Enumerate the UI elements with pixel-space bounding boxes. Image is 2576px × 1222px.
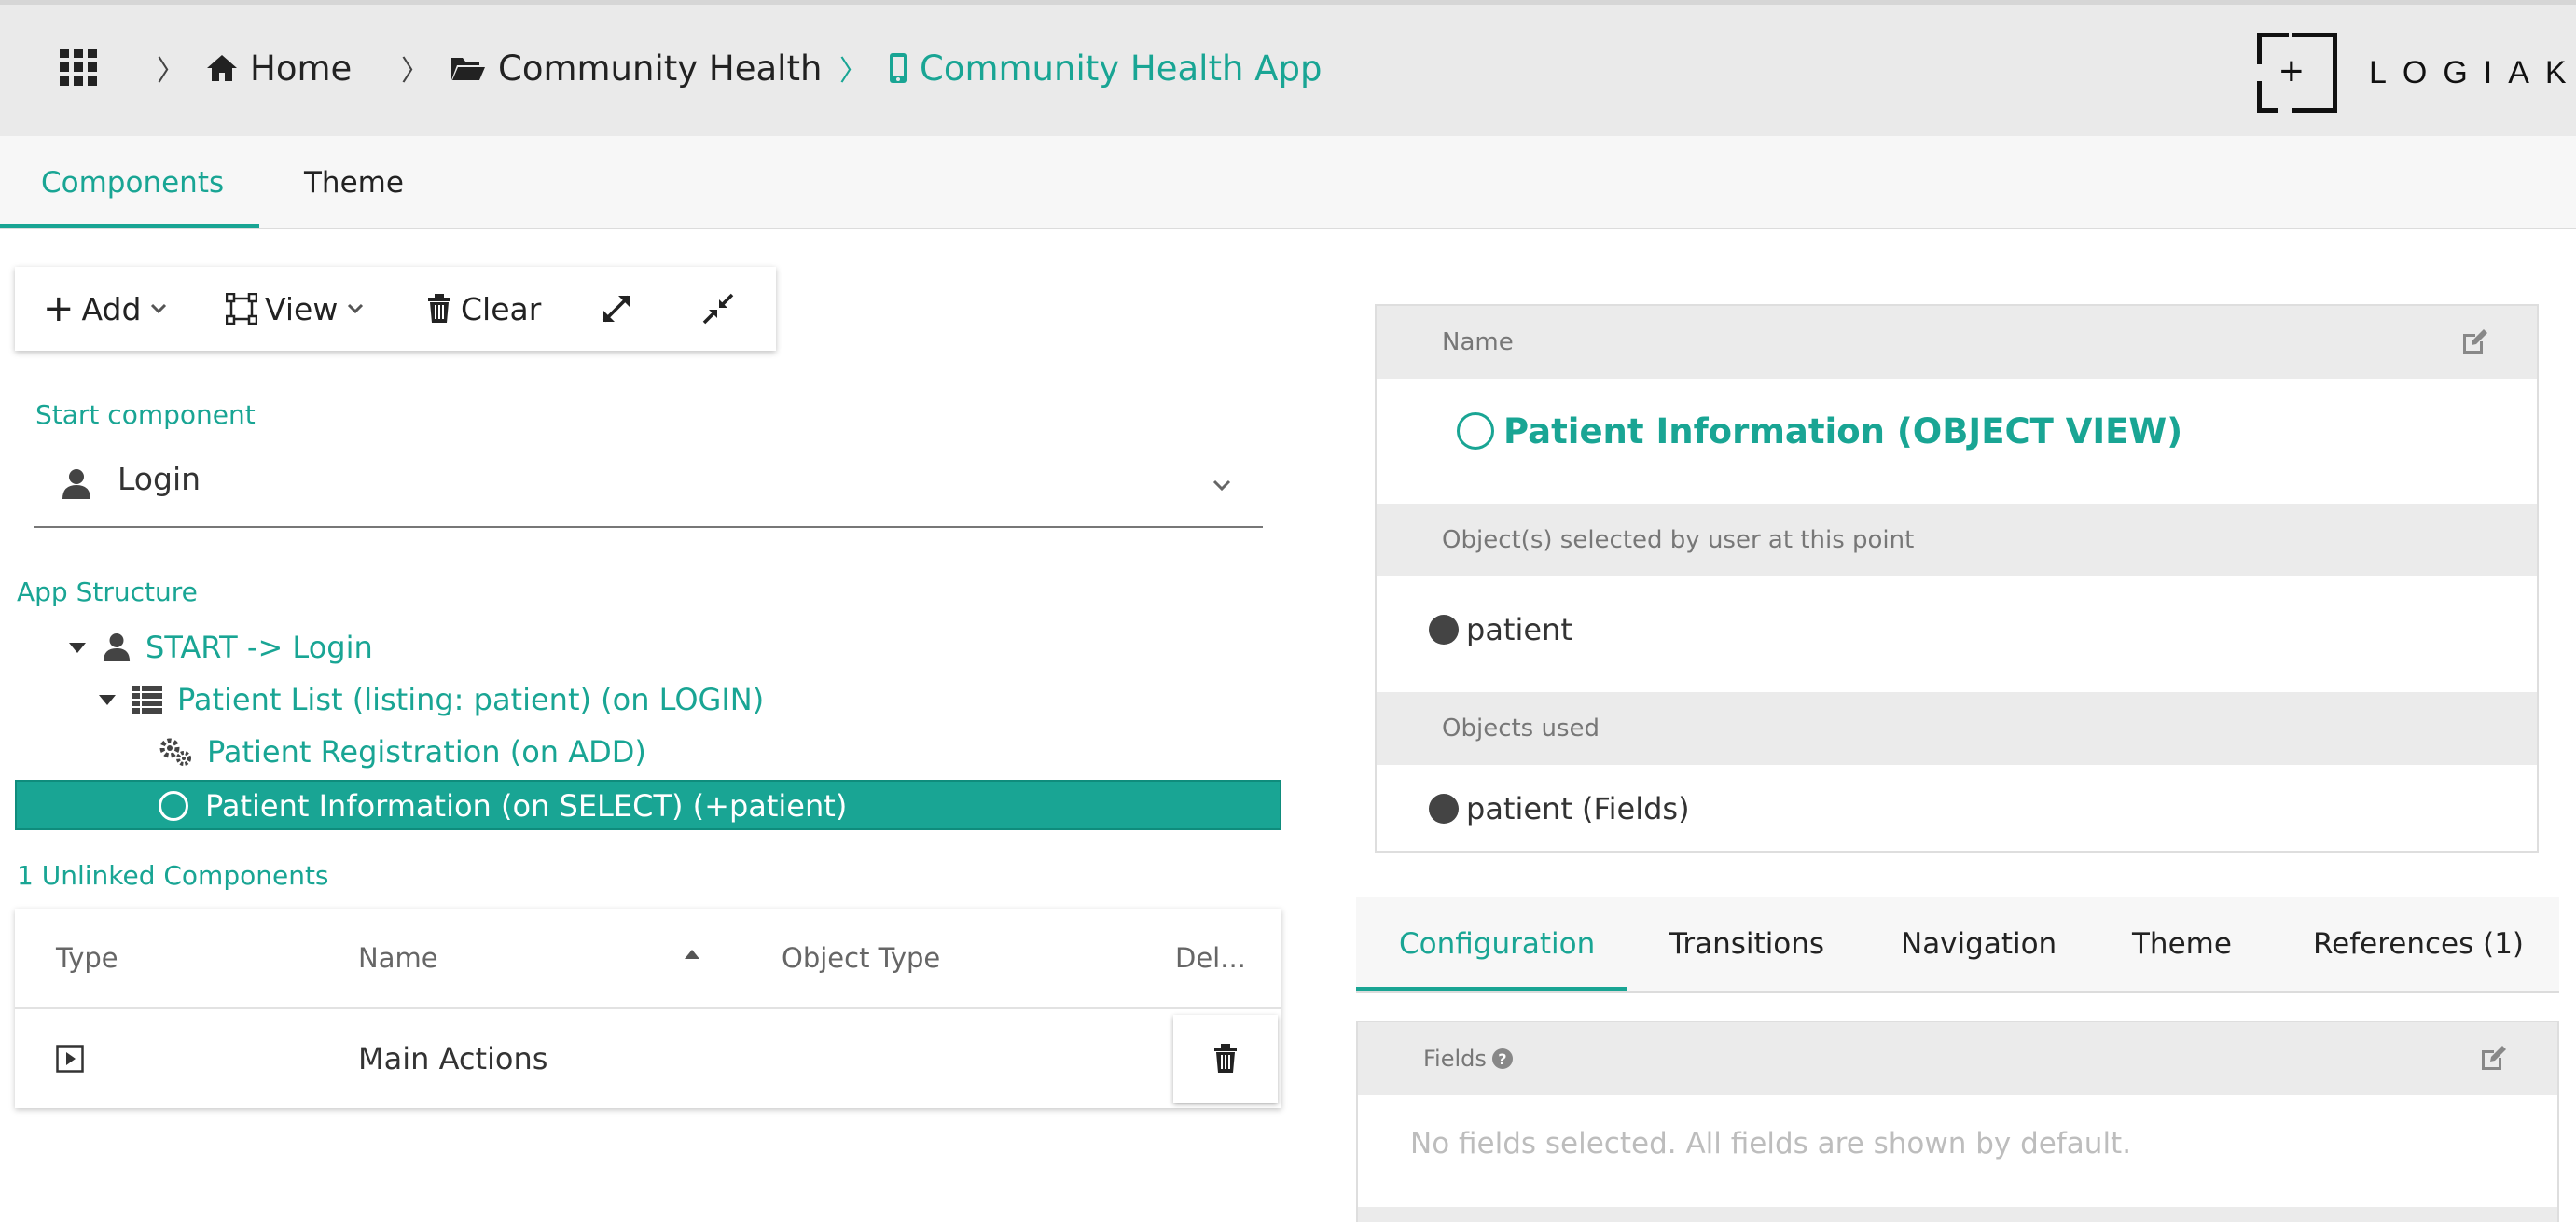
tree-item-patient-registration[interactable]: Patient Registration (on ADD) (159, 728, 646, 776)
tab-transitions[interactable]: Transitions (1669, 897, 1824, 991)
component-toolbar: + Add View Clear (15, 267, 776, 351)
tree-item-patient-list[interactable]: Patient List (listing: patient) (on LOGI… (99, 675, 764, 724)
caret-down-icon (69, 642, 86, 653)
logiak-logo: + LOGIAK (2257, 31, 2576, 115)
breadcrumb-home[interactable]: 〉 Home (157, 44, 352, 92)
edit-icon[interactable] (2460, 328, 2488, 356)
tree-item-patient-information[interactable]: Patient Information (on SELECT) (+patien… (159, 782, 847, 830)
tab-references[interactable]: References (1) (2313, 897, 2524, 991)
component-detail-panel: Name Patient Information (OBJECT VIEW) O… (1375, 304, 2539, 853)
gears-icon (159, 737, 192, 767)
start-component-select[interactable]: Login (34, 448, 1263, 528)
edit-icon[interactable] (2479, 1045, 2507, 1073)
plus-icon: + (43, 287, 75, 330)
chevron-down-icon (347, 303, 364, 314)
user-icon (103, 632, 131, 662)
tab-theme[interactable]: Theme (304, 136, 404, 229)
start-component-value: Login (118, 461, 201, 497)
table-divider (15, 1007, 1281, 1009)
fields-footer (1358, 1207, 2557, 1222)
breadcrumb-group[interactable]: 〉 Community Health (401, 44, 822, 92)
add-button[interactable]: + Add (43, 267, 167, 351)
tab-detail-theme[interactable]: Theme (2132, 897, 2232, 991)
help-icon[interactable]: ? (1491, 1048, 1513, 1069)
tree-item-start[interactable]: START -> Login (69, 623, 373, 672)
logo-text: LOGIAK (2369, 54, 2576, 90)
compress-arrows-icon (701, 292, 735, 326)
caret-down-icon (99, 694, 116, 705)
apps-grid-icon[interactable] (60, 49, 97, 86)
selected-objects-body: patient (1377, 576, 2537, 683)
expand-all-button[interactable] (601, 267, 632, 351)
table-row-type (56, 1009, 84, 1108)
object-used-value: patient (Fields) (1466, 791, 1690, 826)
unlinked-components-table: Type Name Object Type Del... Main Action… (15, 909, 1281, 1108)
bullet-icon (1429, 794, 1459, 824)
breadcrumb-app-label: Community Health App (920, 48, 1323, 89)
clear-label: Clear (461, 290, 542, 327)
breadcrumb-app[interactable]: 〉 Community Health App (839, 44, 1322, 92)
expand-arrows-icon (601, 293, 632, 325)
selected-object-value: patient (1466, 612, 1572, 647)
fields-empty-text: No fields selected. All fields are shown… (1410, 1127, 2132, 1160)
active-tab-indicator (0, 224, 259, 228)
view-label: View (265, 290, 339, 327)
list-icon (132, 686, 162, 714)
chevron-right-icon: 〉 (157, 55, 185, 88)
tree-item-label: START -> Login (145, 630, 373, 665)
chevron-right-icon: 〉 (839, 55, 867, 88)
name-section-body: Patient Information (OBJECT VIEW) (1377, 379, 2537, 483)
name-section-header: Name (1377, 306, 2537, 379)
sort-ascending-icon[interactable] (685, 950, 699, 959)
tree-item-label: Patient Information (on SELECT) (+patien… (205, 788, 848, 824)
trash-icon (427, 294, 451, 324)
add-label: Add (81, 290, 142, 327)
logo-mark-icon: + (2257, 33, 2337, 113)
circle-icon (159, 791, 188, 821)
selected-objects-header: Object(s) selected by user at this point (1377, 504, 2537, 576)
tab-components[interactable]: Components (41, 136, 224, 229)
bullet-icon (1429, 615, 1459, 645)
user-icon (62, 468, 91, 500)
collapse-all-button[interactable] (701, 267, 735, 351)
top-bar: 〉 Home 〉 Community Health 〉 Community He… (0, 0, 2576, 136)
chevron-right-icon: 〉 (401, 55, 429, 88)
delete-button[interactable] (1173, 1015, 1278, 1103)
clear-button[interactable]: Clear (427, 267, 541, 351)
breadcrumb-group-label: Community Health (498, 48, 823, 89)
tree-item-label: Patient List (listing: patient) (on LOGI… (177, 682, 765, 717)
frame-icon (226, 293, 257, 325)
column-header-delete[interactable]: Del... (1175, 909, 1246, 1007)
tab-configuration[interactable]: Configuration (1399, 897, 1595, 991)
fields-header: Fields ? (1358, 1022, 2557, 1095)
main-tabs: Components Theme (0, 136, 2576, 229)
column-header-name[interactable]: Name (358, 909, 438, 1007)
tab-navigation[interactable]: Navigation (1901, 897, 2057, 991)
tree-item-label: Patient Registration (on ADD) (207, 734, 646, 770)
chevron-down-icon (150, 303, 167, 314)
app-structure-label: App Structure (17, 576, 198, 607)
view-button[interactable]: View (226, 267, 364, 351)
objects-used-body: patient (Fields) (1377, 765, 2537, 853)
column-header-object-type[interactable]: Object Type (782, 909, 940, 1007)
column-header-type[interactable]: Type (56, 909, 118, 1007)
table-row-name[interactable]: Main Actions (358, 1009, 547, 1108)
home-icon (205, 53, 239, 83)
fields-label: Fields (1423, 1046, 1487, 1072)
play-square-icon (56, 1045, 84, 1073)
active-detail-tab-indicator (1356, 987, 1627, 991)
breadcrumb-home-label: Home (250, 48, 353, 89)
chevron-down-icon (1212, 479, 1231, 493)
objects-used-header: Objects used (1377, 692, 2537, 765)
detail-tabs: Configuration Transitions Navigation The… (1356, 897, 2559, 993)
unlinked-components-label: 1 Unlinked Components (17, 860, 329, 891)
mobile-icon (888, 52, 908, 84)
folder-open-icon (450, 54, 487, 82)
name-label: Name (1442, 328, 1514, 356)
fields-section: Fields ? No fields selected. All fields … (1356, 1021, 2559, 1222)
component-name-value: Patient Information (OBJECT VIEW) (1503, 410, 2183, 451)
start-component-label: Start component (35, 399, 256, 430)
trash-icon (1213, 1044, 1238, 1074)
circle-icon (1457, 412, 1494, 450)
